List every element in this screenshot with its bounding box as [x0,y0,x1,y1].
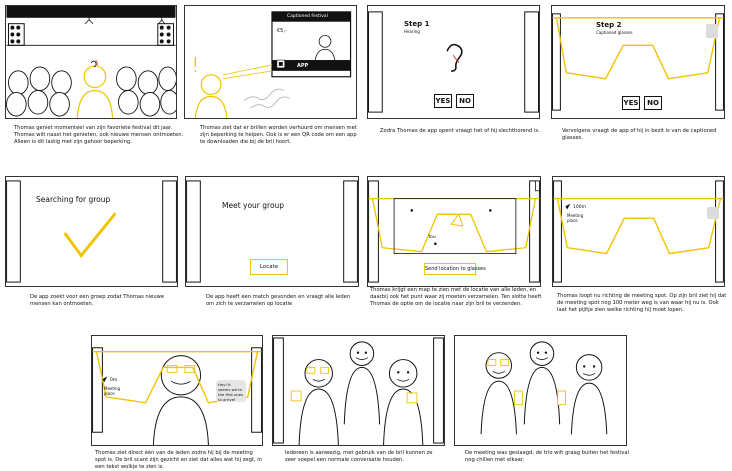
yes-button[interactable]: YES [622,96,640,110]
yes-button[interactable]: YES [434,94,452,108]
distance-label: 100m [573,205,586,210]
panel-7-caption: Thomas krijgt een map te zien met de loc… [370,287,542,307]
phone-frame [368,11,539,113]
meet-group-heading: Meet your group [222,201,285,210]
trio-illustration [480,341,608,435]
distance-label: 0m [110,378,118,383]
panel-2-caption: Thomas ziet dat er brillen worden verhuu… [200,125,357,145]
panel-4-step-glasses: Step 2 Captioned glasses YES NO [551,5,725,119]
glasses-rental-illustration [194,11,352,118]
panel-6-meet-group: Meet your group Locate [185,176,359,287]
panel-9-caption: Thomas ziet direct één van de leden zodr… [95,450,262,470]
meeting-point-marker [450,213,464,227]
panel-9-first-member: 0m Meeting place Hey! It seems we're the… [91,335,263,446]
glasses-overlay [553,180,724,283]
step-1-subtitle: Hearing [404,29,420,34]
phone-frame [6,180,177,283]
panel-10-caption: Iedereen is aanwezig, met gebruik van de… [285,450,433,463]
member-marker [489,209,492,212]
panel-8-caption: Thomas loopt nu richting de meeting spot… [557,293,727,313]
panel-3-step-hearing: Step 1 Hearing YES NO [367,5,540,119]
panel-1-festival-crowd [5,5,177,119]
member-marker [410,209,414,212]
sign-price: €5,- [277,28,287,34]
festival-crowd-illustration [6,6,176,118]
send-location-button[interactable]: Send location to glasses [424,263,486,275]
you-label: You [428,235,436,240]
panel-8-walking: 100m Meeting place [552,176,725,287]
panel-5-caption: De app zoekt voor een groep zodat Thomas… [30,294,165,307]
panel-1-caption: Thomas geniet momenteel van zijn favorie… [14,125,184,145]
sign-title: Captioned festival [287,14,328,19]
meeting-spot-label: Meeting place [104,386,121,396]
panel-6-caption: De app heeft een match gevonden en vraag… [206,294,351,307]
speech-caption-bubble: Hey! It seems we're the first ones to ar… [216,380,246,402]
checkmark-icon [64,212,117,258]
no-button[interactable]: NO [644,96,662,110]
panel-7-map: You Send location to glasses [367,176,541,287]
glasses-indicator [706,24,718,38]
panel-5-searching: Searching for group [5,176,178,287]
you-marker [434,242,437,246]
panel-10-conversation [272,335,445,446]
panel-4-caption: Vervolgens vraagt de app of hij in bezit… [562,128,717,141]
locate-button[interactable]: Locate [250,259,288,275]
panel-3-caption: Zodra Thomas de app opent vraagt het of … [380,128,540,134]
panel-11-caption: De meeting was geslaagd, de trio wilt gr… [465,450,629,463]
step-2-title: Step 2 [596,21,622,29]
meeting-spot-label: Meeting place [567,213,584,223]
searching-heading: Searching for group [36,195,111,204]
step-2-subtitle: Captioned glasses [596,30,633,35]
panel-11-success [454,335,627,446]
no-button[interactable]: NO [456,94,474,108]
sign-app-label: APP [297,63,309,69]
glasses-indicator [707,207,719,219]
panel-2-glasses-rental: Captioned festival €5,- APP [184,5,357,119]
conversation-illustration [273,337,444,445]
direction-arrow-icon [565,203,571,210]
step-1-title: Step 1 [404,20,430,28]
